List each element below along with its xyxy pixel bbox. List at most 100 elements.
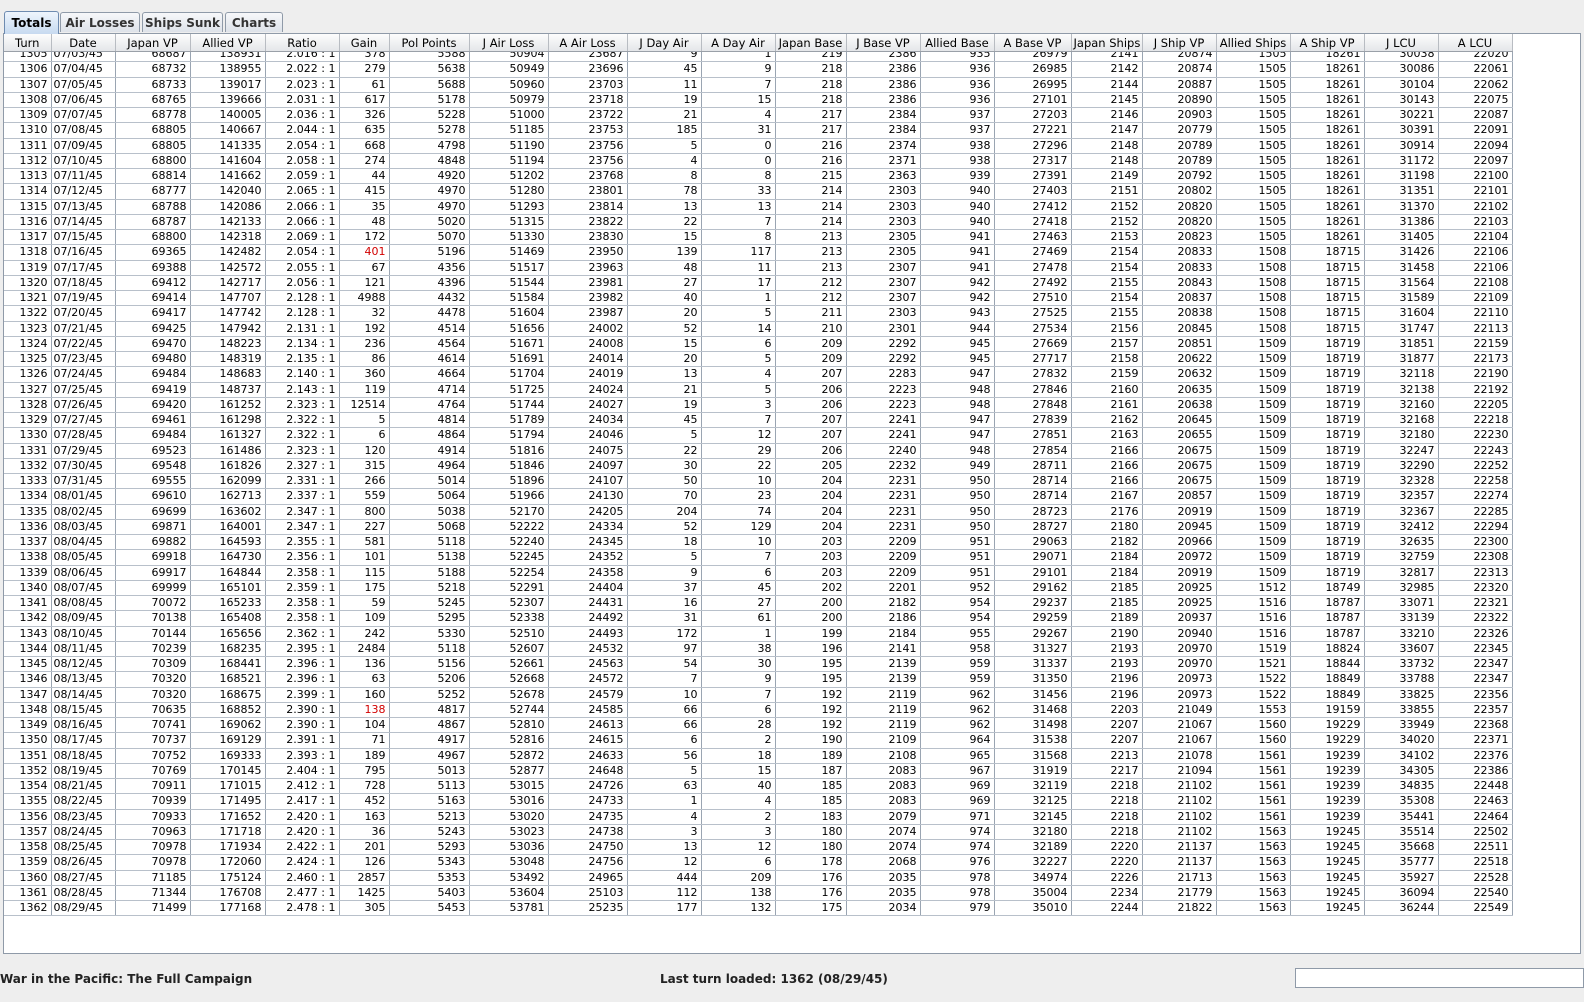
table-row[interactable]: 1357 08/24/45 70963 171718 2.420 : 1 36 5243 53… [4,824,1513,841]
table-row[interactable]: 1350 08/17/45 70737 169129 2.391 : 1 71 4917 52… [4,732,1513,749]
table-row[interactable]: 1310 07/08/45 68805 140667 2.044 : 1 635 5278 5… [4,122,1513,139]
table-row[interactable]: 1321 07/19/45 69414 147707 2.128 : 1 4988 4432… [4,290,1513,307]
table-row[interactable]: 1351 08/18/45 70752 169333 2.393 : 1 189 4967 5… [4,748,1513,764]
table-row[interactable]: 1332 07/30/45 69548 161826 2.327 : 1 315 4964 5… [4,458,1513,475]
cell-gain: 5 [339,412,390,429]
cell-allied-vp: 139666 [190,92,266,109]
table-row[interactable]: 1358 08/25/45 70978 171934 2.422 : 1 201 5293 5… [4,839,1513,856]
cell-a-base-vp: 27525 [994,305,1072,322]
table-row[interactable]: 1344 08/11/45 70239 168235 2.395 : 1 2484 5118… [4,641,1513,658]
column-header-j-lcu[interactable]: J LCU [1364,34,1439,52]
cell-a-air-loss: 24493 [548,626,628,642]
tab-totals[interactable]: Totals [4,11,59,34]
cell-j-base-vp: 2307 [846,260,921,276]
cell-allied-base: 955 [920,626,995,642]
table-row[interactable]: 1314 07/12/45 68777 142040 2.065 : 1 415 4970 5… [4,183,1513,200]
column-header-date[interactable]: Date [51,34,116,52]
cell-j-base-vp: 2303 [846,214,921,231]
table-row[interactable]: 1335 08/02/45 69699 163602 2.347 : 1 800 5038 5… [4,504,1513,520]
cell-a-lcu: 22061 [1438,61,1513,78]
table-row[interactable]: 1339 08/06/45 69917 164844 2.358 : 1 115 5188 5… [4,565,1513,581]
table-row[interactable]: 1316 07/14/45 68787 142133 2.066 : 1 48 5020 51… [4,214,1513,231]
table-row[interactable]: 1349 08/16/45 70741 169062 2.390 : 1 104 4867 5… [4,717,1513,734]
table-row[interactable]: 1323 07/21/45 69425 147942 2.131 : 1 192 4514 5… [4,321,1513,337]
column-header-a-ship-vp[interactable]: A Ship VP [1290,34,1365,52]
table-row[interactable]: 1308 07/06/45 68765 139666 2.031 : 1 617 5178 5… [4,92,1513,109]
table-row[interactable]: 1334 08/01/45 69610 162713 2.337 : 1 559 5064 5… [4,488,1513,505]
cell-japan-ships: 2213 [1071,748,1143,764]
column-header-allied-vp[interactable]: Allied VP [190,34,266,52]
table-row[interactable]: 1352 08/19/45 70769 170145 2.404 : 1 795 5013 5… [4,763,1513,780]
cell-allied-ships: 1505 [1216,61,1291,78]
column-header-japan-base[interactable]: Japan Base [775,34,847,52]
table-row[interactable]: 1319 07/17/45 69388 142572 2.055 : 1 67 4356 51… [4,260,1513,276]
table-row[interactable]: 1312 07/10/45 68800 141604 2.058 : 1 274 4848 5… [4,153,1513,170]
column-header-allied-ships[interactable]: Allied Ships [1216,34,1291,52]
table-row[interactable]: 1336 08/03/45 69871 164001 2.347 : 1 227 5068 5… [4,519,1513,536]
column-header-a-day-air[interactable]: A Day Air [701,34,776,52]
table-row[interactable]: 1362 08/29/45 71499 177168 2.478 : 1 305 5453 5… [4,900,1513,917]
table-row[interactable]: 1345 08/12/45 70309 168441 2.396 : 1 136 5156 5… [4,656,1513,673]
table-row[interactable]: 1330 07/28/45 69484 161327 2.322 : 1 6 4864 517… [4,427,1513,444]
table-row[interactable]: 1317 07/15/45 68800 142318 2.069 : 1 172 5070 5… [4,229,1513,246]
cell-j-lcu: 31747 [1364,321,1439,337]
table-row[interactable]: 1309 07/07/45 68778 140005 2.036 : 1 326 5228 5… [4,107,1513,124]
column-header-a-lcu[interactable]: A LCU [1438,34,1513,52]
table-row[interactable]: 1355 08/22/45 70939 171495 2.417 : 1 452 5163 5… [4,793,1513,810]
tab-ships-sunk[interactable]: Ships Sunk [142,12,223,32]
table-row[interactable]: 1327 07/25/45 69419 148737 2.143 : 1 119 4714 5… [4,382,1513,398]
column-header-j-air-loss[interactable]: J Air Loss [469,34,549,52]
table-row[interactable]: 1354 08/21/45 70911 171015 2.412 : 1 728 5113 5… [4,778,1513,795]
table-row[interactable]: 1340 08/07/45 69999 165101 2.359 : 1 175 5218 5… [4,580,1513,597]
table-row[interactable]: 1318 07/16/45 69365 142482 2.054 : 1 401 5196 5… [4,244,1513,261]
table-row[interactable]: 1342 08/09/45 70138 165408 2.358 : 1 109 5295 5… [4,610,1513,627]
table-row[interactable]: 1356 08/23/45 70933 171652 2.420 : 1 163 5213 5… [4,809,1513,825]
table-row[interactable]: 1361 08/28/45 71344 176708 2.477 : 1 1425 5403… [4,885,1513,902]
table-row[interactable]: 1333 07/31/45 69555 162099 2.331 : 1 266 5014 5… [4,473,1513,490]
table-row[interactable]: 1324 07/22/45 69470 148223 2.134 : 1 236 4564 5… [4,336,1513,353]
table-row[interactable]: 1325 07/23/45 69480 148319 2.135 : 1 86 4614 51… [4,351,1513,368]
cell-j-air-loss: 52816 [469,732,549,749]
column-header-a-base-vp[interactable]: A Base VP [994,34,1072,52]
table-row[interactable]: 1360 08/27/45 71185 175124 2.460 : 1 2857 5353… [4,870,1513,886]
column-header-pol-points[interactable]: Pol Points [389,34,470,52]
table-row[interactable]: 1331 07/29/45 69523 161486 2.323 : 1 120 4914 5… [4,443,1513,459]
cell-turn: 1362 [4,900,52,917]
column-header-j-ship-vp[interactable]: J Ship VP [1142,34,1217,52]
column-header-turn[interactable]: Turn [4,34,52,52]
table-row[interactable]: 1337 08/04/45 69882 164593 2.355 : 1 581 5118 5… [4,534,1513,551]
column-header-ratio[interactable]: Ratio [265,34,340,52]
tab-air-losses[interactable]: Air Losses [60,12,140,32]
table-row[interactable]: 1346 08/13/45 70320 168521 2.396 : 1 63 5206 52… [4,671,1513,688]
table-row[interactable]: 1320 07/18/45 69412 142717 2.056 : 1 121 4396 5… [4,275,1513,292]
table-row[interactable]: 1341 08/08/45 70072 165233 2.358 : 1 59 5245 52… [4,595,1513,612]
table-row[interactable]: 1343 08/10/45 70144 165656 2.362 : 1 242 5330 5… [4,626,1513,642]
table-row[interactable]: 1347 08/14/45 70320 168675 2.399 : 1 160 5252 5… [4,687,1513,703]
cell-pol-points: 5218 [389,580,470,597]
table-row[interactable]: 1315 07/13/45 68788 142086 2.066 : 1 35 4970 51… [4,199,1513,215]
table-row[interactable]: 1326 07/24/45 69484 148683 2.140 : 1 360 4664 5… [4,366,1513,383]
table-row[interactable]: 1359 08/26/45 70978 172060 2.424 : 1 126 5343 5… [4,854,1513,871]
column-header-gain[interactable]: Gain [339,34,390,52]
table-row[interactable]: 1306 07/04/45 68732 138955 2.022 : 1 279 5638 5… [4,61,1513,78]
column-header-allied-base[interactable]: Allied Base [920,34,995,52]
column-header-japan-vp[interactable]: Japan VP [115,34,191,52]
table-row[interactable]: 1329 07/27/45 69461 161298 2.322 : 1 5 4814 517… [4,412,1513,429]
table-row[interactable]: 1348 08/15/45 70635 168852 2.390 : 1 138 4817 5… [4,702,1513,719]
table-row[interactable]: 1307 07/05/45 68733 139017 2.023 : 1 61 5688 50… [4,77,1513,93]
column-header-j-day-air[interactable]: J Day Air [627,34,702,52]
table-row[interactable]: 1313 07/11/45 68814 141662 2.059 : 1 44 4920 51… [4,168,1513,185]
column-header-japan-ships[interactable]: Japan Ships [1071,34,1143,52]
table-row[interactable]: 1311 07/09/45 68805 141335 2.054 : 1 668 4798 5… [4,138,1513,154]
table-row[interactable]: 1328 07/26/45 69420 161252 2.323 : 1 12514 476… [4,397,1513,414]
table-row[interactable]: 1322 07/20/45 69417 147742 2.128 : 1 32 4478 51… [4,305,1513,322]
column-header-a-air-loss[interactable]: A Air Loss [548,34,628,52]
totals-table-scroll[interactable]: 1305 07/03/45 68687 138931 2.016 : 1 378 5588 5… [4,52,1580,953]
cell-allied-vp: 165233 [190,595,266,612]
cell-allied-ships: 1505 [1216,122,1291,139]
column-header-j-base-vp[interactable]: J Base VP [846,34,921,52]
tab-charts[interactable]: Charts [225,12,283,32]
table-row[interactable]: 1305 07/03/45 68687 138931 2.016 : 1 378 5588 5… [4,52,1513,63]
cell-japan-vp: 70320 [115,671,191,688]
table-row[interactable]: 1338 08/05/45 69918 164730 2.356 : 1 101 5138 5… [4,549,1513,566]
